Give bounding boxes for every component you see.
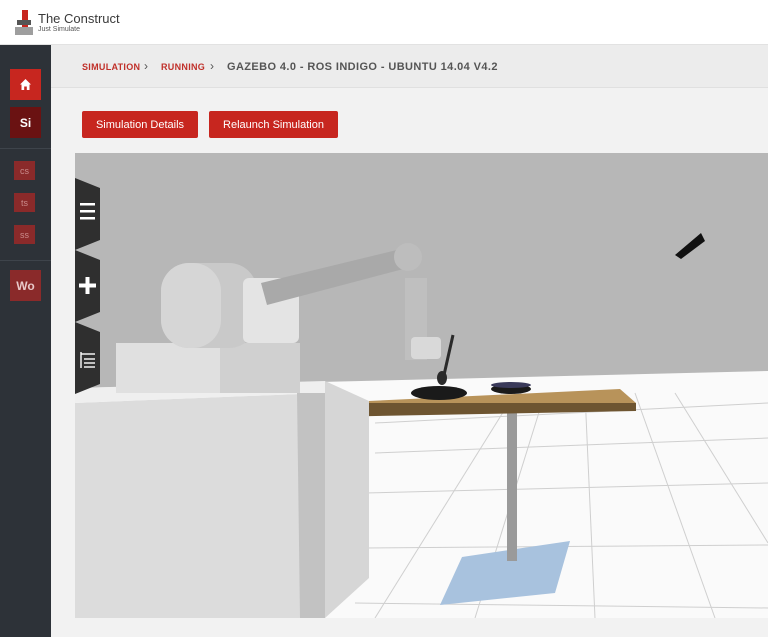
breadcrumb-separator: ›	[210, 59, 214, 73]
gazebo-viewport[interactable]	[75, 153, 768, 618]
app-subtitle: Just Simulate	[38, 26, 81, 33]
menu-tool-tab[interactable]	[75, 178, 100, 250]
app-title[interactable]: The Construct	[38, 11, 120, 26]
top-bar: The Construct Just Simulate	[0, 0, 768, 45]
breadcrumb: SIMULATION › RUNNING › GAZEBO 4.0 - ROS …	[51, 45, 768, 88]
simulation-details-button[interactable]: Simulation Details	[82, 111, 198, 138]
insert-tool-tab[interactable]	[75, 250, 100, 322]
sidebar-divider	[0, 148, 51, 149]
sidebar: Si cs ts ss Wo	[0, 45, 51, 637]
sidebar-item-wo[interactable]: Wo	[10, 270, 41, 301]
menu-icon	[80, 203, 95, 220]
sidebar-item-ts[interactable]: ts	[14, 193, 35, 212]
simulation-scene	[75, 153, 768, 618]
tree-tool-tab[interactable]	[75, 322, 100, 394]
relaunch-simulation-button[interactable]: Relaunch Simulation	[209, 111, 338, 138]
sidebar-item-cs[interactable]: cs	[14, 161, 35, 180]
construct-logo-icon[interactable]	[14, 10, 36, 36]
breadcrumb-separator: ›	[144, 59, 148, 73]
home-icon	[20, 79, 31, 90]
sidebar-home-button[interactable]	[10, 69, 41, 100]
sidebar-item-si[interactable]: Si	[10, 107, 41, 138]
breadcrumb-running[interactable]: RUNNING	[161, 62, 205, 72]
breadcrumb-simulation[interactable]: SIMULATION	[82, 62, 140, 72]
breadcrumb-current: GAZEBO 4.0 - ROS INDIGO - UBUNTU 14.04 V…	[227, 61, 498, 73]
sidebar-item-ss[interactable]: ss	[14, 225, 35, 244]
sidebar-divider	[0, 260, 51, 261]
